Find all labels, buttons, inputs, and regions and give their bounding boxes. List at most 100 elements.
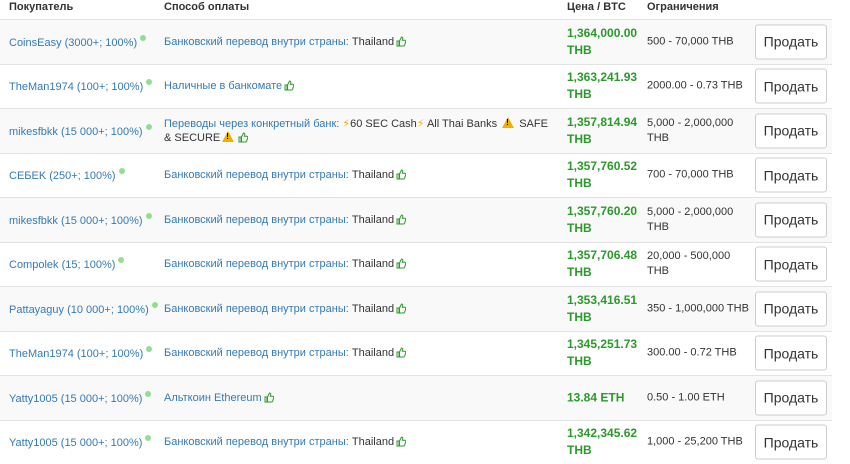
- payment-method-link[interactable]: Банковский перевод внутри страны:: [164, 36, 349, 48]
- payment-country: Thailand: [352, 258, 394, 270]
- buyer-link[interactable]: Compolek (15; 100%): [9, 259, 115, 271]
- thumbs-up-icon: [396, 258, 406, 269]
- sell-button[interactable]: Продать: [755, 158, 827, 193]
- payment-country: Thailand: [352, 436, 394, 448]
- payment-extra-text: All Thai Banks: [427, 118, 497, 130]
- sell-button[interactable]: Продать: [755, 336, 827, 371]
- payment-method-link[interactable]: Банковский перевод внутри страны:: [164, 347, 349, 359]
- column-header-price: Цена / BTC: [567, 1, 626, 13]
- buyer-cell[interactable]: CoinsEasy (3000+; 100%): [9, 35, 146, 49]
- sell-button[interactable]: Продать: [755, 291, 827, 326]
- buyer-link[interactable]: mikesfbkk (15 000+; 100%): [9, 126, 143, 138]
- price-cell: 13.84 ETH: [567, 389, 642, 406]
- table-row: TheMan1974 (100+; 100%) Банковский перево…: [0, 331, 832, 376]
- buyer-link[interactable]: TheMan1974 (100+; 100%): [9, 348, 143, 360]
- sell-button[interactable]: Продать: [755, 24, 827, 59]
- limits-cell: 300.00 - 0.72 THB: [647, 346, 749, 361]
- price-cell: 1,342,345.62 THB: [567, 425, 642, 459]
- limits-cell: 1,000 - 25,200 THB: [647, 435, 749, 450]
- buyer-link[interactable]: Yatty1005 (15 000+; 100%): [9, 437, 142, 449]
- table-header: Покупатель Способ оплаты Цена / BTC Огра…: [0, 0, 850, 19]
- thumbs-up-icon: [396, 303, 406, 314]
- price-cell: 1,363,241.93 THB: [567, 69, 642, 103]
- table-row: Yatty1005 (15 000+; 100%) Альткоин Ethere…: [0, 375, 832, 420]
- buyer-link[interactable]: mikesfbkk (15 000+; 100%): [9, 215, 143, 227]
- online-status-icon: [118, 257, 124, 263]
- buyer-link[interactable]: TheMan1974 (100+; 100%): [9, 81, 143, 93]
- online-status-icon: [119, 168, 125, 174]
- table-row: mikesfbkk (15 000+; 100%) Банковский пере…: [0, 197, 832, 242]
- payment-cell: Банковский перевод внутри страны: Thaila…: [164, 213, 549, 227]
- payment-cell: Наличные в банкомате: [164, 79, 549, 93]
- price-cell: 1,357,814.94 THB: [567, 114, 642, 148]
- sell-button[interactable]: Продать: [755, 247, 827, 282]
- lightning-icon: ⚡: [342, 118, 350, 130]
- buyer-cell[interactable]: TheMan1974 (100+; 100%): [9, 79, 152, 93]
- payment-method-link[interactable]: Наличные в банкомате: [164, 80, 282, 92]
- online-status-icon: [146, 213, 152, 219]
- payment-cell: Банковский перевод внутри страны: Thaila…: [164, 435, 549, 449]
- payment-method-link[interactable]: Переводы через конкретный банк:: [164, 118, 339, 130]
- price-cell: 1,357,760.20 THB: [567, 203, 642, 237]
- thumbs-up-icon: [396, 347, 406, 358]
- thumbs-up-icon: [284, 80, 294, 91]
- payment-cell: Банковский перевод внутри страны: Thaila…: [164, 302, 549, 316]
- buyer-cell[interactable]: mikesfbkk (15 000+; 100%): [9, 213, 152, 227]
- table-row: Yatty1005 (15 000+; 100%) Банковский пере…: [0, 420, 832, 464]
- warning-icon: [222, 131, 234, 142]
- buyer-cell[interactable]: Yatty1005 (15 000+; 100%): [9, 435, 151, 449]
- column-header-limits: Ограничения: [647, 1, 719, 13]
- buyer-link[interactable]: Pattayaguy (10 000+; 100%): [9, 304, 149, 316]
- buyer-cell[interactable]: CEБEK (250+; 100%): [9, 168, 125, 182]
- table-row: CoinsEasy (3000+; 100%) Банковский перево…: [0, 19, 832, 64]
- sell-button[interactable]: Продать: [755, 69, 827, 104]
- payment-method-link[interactable]: Банковский перевод внутри страны:: [164, 258, 349, 270]
- sell-button[interactable]: Продать: [755, 425, 827, 460]
- buyer-cell[interactable]: Compolek (15; 100%): [9, 257, 124, 271]
- thumbs-up-icon: [264, 392, 274, 403]
- column-header-payment: Способ оплаты: [164, 1, 249, 13]
- payment-cell: Банковский перевод внутри страны: Thaila…: [164, 346, 549, 360]
- thumbs-up-icon: [396, 436, 406, 447]
- payment-method-link[interactable]: Банковский перевод внутри страны:: [164, 436, 349, 448]
- offers-table-body: CoinsEasy (3000+; 100%) Банковский перево…: [0, 19, 850, 464]
- payment-cell: Банковский перевод внутри страны: Thaila…: [164, 35, 549, 49]
- payment-cell: Альткоин Ethereum: [164, 391, 549, 405]
- payment-method-link[interactable]: Альткоин Ethereum: [164, 392, 262, 404]
- payment-cell: Переводы через конкретный банк: ⚡60 SEC …: [164, 117, 549, 145]
- payment-method-link[interactable]: Банковский перевод внутри страны:: [164, 303, 349, 315]
- buyer-cell[interactable]: Yatty1005 (15 000+; 100%): [9, 391, 151, 405]
- sell-button[interactable]: Продать: [755, 113, 827, 148]
- thumbs-up-icon: [396, 169, 406, 180]
- online-status-icon: [145, 391, 151, 397]
- column-header-buyer: Покупатель: [9, 1, 73, 13]
- payment-country: Thailand: [352, 169, 394, 181]
- buyer-cell[interactable]: Pattayaguy (10 000+; 100%): [9, 302, 158, 316]
- sell-button[interactable]: Продать: [755, 380, 827, 415]
- payment-extra-text: 60 SEC Cash: [350, 118, 417, 130]
- limits-cell: 5,000 - 2,000,000 THB: [647, 205, 749, 235]
- table-row: Compolek (15; 100%) Банковский перевод вн…: [0, 242, 832, 287]
- price-cell: 1,357,706.48 THB: [567, 247, 642, 281]
- limits-cell: 500 - 70,000 THB: [647, 34, 749, 49]
- payment-country: Thailand: [352, 303, 394, 315]
- payment-cell: Банковский перевод внутри страны: Thaila…: [164, 257, 549, 271]
- online-status-icon: [146, 79, 152, 85]
- buyer-link[interactable]: CoinsEasy (3000+; 100%): [9, 37, 137, 49]
- buyer-cell[interactable]: mikesfbkk (15 000+; 100%): [9, 124, 152, 138]
- payment-country: Thailand: [352, 214, 394, 226]
- buyer-link[interactable]: Yatty1005 (15 000+; 100%): [9, 393, 142, 405]
- payment-cell: Банковский перевод внутри страны: Thaila…: [164, 168, 549, 182]
- buyer-cell[interactable]: TheMan1974 (100+; 100%): [9, 346, 152, 360]
- sell-button[interactable]: Продать: [755, 202, 827, 237]
- online-status-icon: [146, 346, 152, 352]
- buyer-link[interactable]: CEБEK (250+; 100%): [9, 170, 116, 182]
- price-cell: 1,357,760.52 THB: [567, 158, 642, 192]
- payment-method-link[interactable]: Банковский перевод внутри страны:: [164, 214, 349, 226]
- payment-method-link[interactable]: Банковский перевод внутри страны:: [164, 169, 349, 181]
- table-row: mikesfbkk (15 000+; 100%) Переводы через …: [0, 108, 832, 153]
- price-cell: 1,353,416.51 THB: [567, 292, 642, 326]
- thumbs-up-icon: [238, 132, 248, 143]
- thumbs-up-icon: [396, 214, 406, 225]
- online-status-icon: [145, 435, 151, 441]
